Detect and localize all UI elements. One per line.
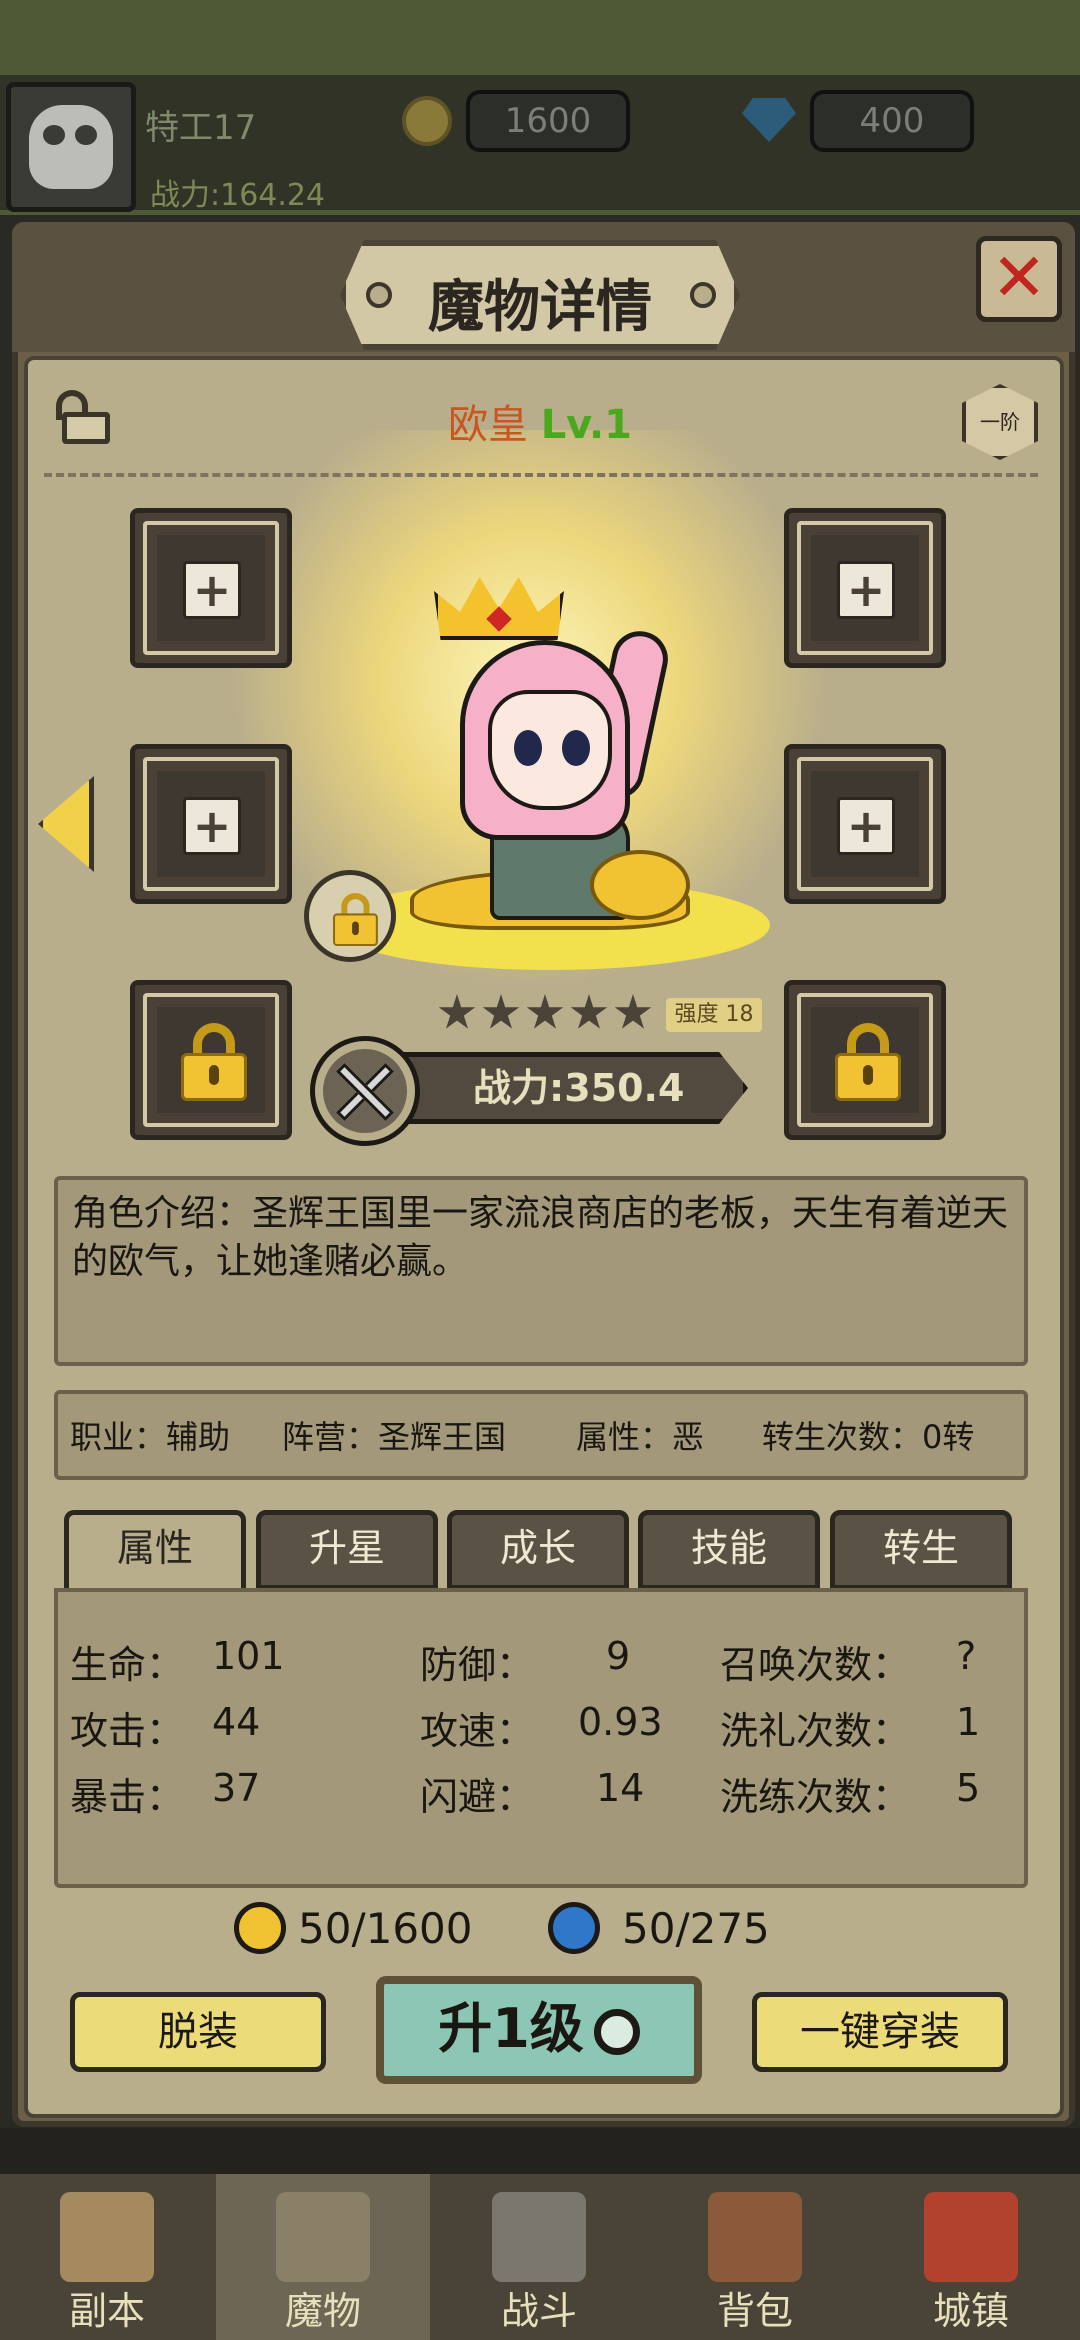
hero-illustration xyxy=(410,570,690,930)
unequip-button[interactable]: 脱装 xyxy=(70,1992,326,2072)
level-up-label: 升1级 xyxy=(438,1997,584,2060)
nav-label: 战斗 xyxy=(500,2289,577,2333)
hero-title: 欧皇 Lv.1 xyxy=(380,392,700,450)
lock-keyhole xyxy=(352,921,359,936)
lock-keyhole xyxy=(209,1065,219,1085)
strength-badge: 强度 18 xyxy=(666,998,762,1032)
hero-description: 角色介绍：圣辉王国里一家流浪商店的老板，天生有着逆天的欧气，让她逢赌必赢。 xyxy=(54,1176,1028,1366)
coin-icon xyxy=(402,96,452,146)
gem-count: 400 xyxy=(810,90,974,152)
equip-slot[interactable]: + xyxy=(130,744,292,904)
skull-icon xyxy=(29,105,113,189)
coin-count: 1600 xyxy=(466,90,630,152)
map-icon xyxy=(60,2192,154,2282)
skull-eye xyxy=(75,125,97,145)
gold-coin-icon xyxy=(234,1902,286,1954)
equip-slot[interactable]: + xyxy=(784,508,946,668)
plus-icon: + xyxy=(183,561,241,619)
close-button[interactable]: ✕ xyxy=(976,236,1062,322)
bolt-icon xyxy=(366,282,392,308)
gold-cost: 50/1600 xyxy=(298,1904,473,1953)
plus-icon: + xyxy=(183,797,241,855)
monster-icon xyxy=(276,2192,370,2282)
bolt-icon xyxy=(690,282,716,308)
plus-icon: + xyxy=(837,561,895,619)
nav-label: 副本 xyxy=(68,2289,145,2333)
stat-atk-label: 攻击： xyxy=(70,1709,185,1753)
player-name: 特工17 xyxy=(145,108,257,148)
backpack-icon xyxy=(708,2192,802,2282)
divider xyxy=(44,473,1038,477)
stat-baptize: 1 xyxy=(956,1700,981,1744)
stat-hp-label: 生命： xyxy=(70,1643,185,1687)
hero-eye xyxy=(562,730,590,766)
stat-atk: 44 xyxy=(212,1700,261,1744)
panel-title: 魔物详情 xyxy=(428,275,652,340)
info-job: 职业：辅助 xyxy=(70,1418,231,1456)
stat-crit-label: 暴击： xyxy=(70,1775,185,1819)
stat-refine-label: 洗练次数： xyxy=(720,1775,911,1819)
tab-skills[interactable]: 技能 xyxy=(638,1510,820,1590)
strength-label: 强度 xyxy=(674,1002,719,1027)
player-power: 战力:164.24 xyxy=(150,178,326,213)
equip-slot[interactable]: + xyxy=(784,744,946,904)
refresh-icon xyxy=(593,2009,640,2056)
tab-star-up[interactable]: 升星 xyxy=(256,1510,438,1590)
nav-backpack[interactable]: 背包 xyxy=(648,2174,862,2340)
tab-growth[interactable]: 成长 xyxy=(447,1510,629,1590)
stat-dodge: 14 xyxy=(596,1766,645,1810)
level-up-button[interactable]: 升1级 xyxy=(376,1976,702,2084)
skull-eye xyxy=(43,125,65,145)
stat-dodge-label: 闪避： xyxy=(420,1775,535,1819)
lock-icon xyxy=(835,1023,901,1101)
essence-icon xyxy=(548,1902,600,1954)
hero-name: 欧皇 xyxy=(447,402,528,448)
hero-eye xyxy=(514,730,542,766)
equip-slot-locked[interactable] xyxy=(784,980,946,1140)
nav-label: 背包 xyxy=(716,2289,793,2333)
player-avatar[interactable] xyxy=(6,82,136,212)
hero-face xyxy=(488,690,612,810)
info-rebirth: 转生次数：0转 xyxy=(762,1418,975,1456)
stat-summon: ? xyxy=(956,1634,977,1678)
nav-town[interactable]: 城镇 xyxy=(864,2174,1078,2340)
stat-def-label: 防御： xyxy=(420,1643,535,1687)
character-lock-button[interactable] xyxy=(304,870,396,962)
info-attribute: 属性：恶 xyxy=(576,1418,705,1456)
swords-icon xyxy=(310,1036,420,1146)
tab-attributes[interactable]: 属性 xyxy=(64,1510,246,1590)
gold-turtle xyxy=(590,850,690,920)
plus-icon: + xyxy=(837,797,895,855)
info-faction: 阵营：圣辉王国 xyxy=(282,1418,507,1456)
lock-keyhole xyxy=(863,1065,873,1085)
nav-dungeon[interactable]: 副本 xyxy=(0,2174,214,2340)
essence-cost: 50/275 xyxy=(622,1904,770,1953)
stat-spd-label: 攻速： xyxy=(420,1709,535,1753)
lock-icon xyxy=(181,1023,247,1101)
shop-icon xyxy=(924,2192,1018,2282)
stat-spd: 0.93 xyxy=(578,1700,663,1744)
strength-value: 18 xyxy=(725,1002,754,1027)
equip-all-button[interactable]: 一键穿装 xyxy=(752,1992,1008,2072)
swords-icon xyxy=(492,2192,586,2282)
tab-rebirth[interactable]: 转生 xyxy=(830,1510,1012,1590)
equip-slot[interactable]: + xyxy=(130,508,292,668)
stat-summon-label: 召唤次数： xyxy=(720,1643,911,1687)
equip-slot-locked[interactable] xyxy=(130,980,292,1140)
stat-def: 9 xyxy=(606,1634,631,1678)
lock-icon xyxy=(333,893,378,947)
stat-crit: 37 xyxy=(212,1766,261,1810)
nav-label: 城镇 xyxy=(932,2289,1009,2333)
unlock-icon[interactable] xyxy=(48,390,112,444)
stat-refine: 5 xyxy=(956,1766,981,1810)
unlock-body xyxy=(62,412,110,444)
nav-label: 魔物 xyxy=(284,2289,361,2333)
nav-monster[interactable]: 魔物 xyxy=(216,2174,430,2340)
stat-baptize-label: 洗礼次数： xyxy=(720,1709,911,1753)
power-bar: 战力:350.4 xyxy=(386,1052,748,1124)
nav-battle[interactable]: 战斗 xyxy=(432,2174,646,2340)
stat-hp: 101 xyxy=(212,1634,285,1678)
hero-level: Lv.1 xyxy=(540,402,633,448)
